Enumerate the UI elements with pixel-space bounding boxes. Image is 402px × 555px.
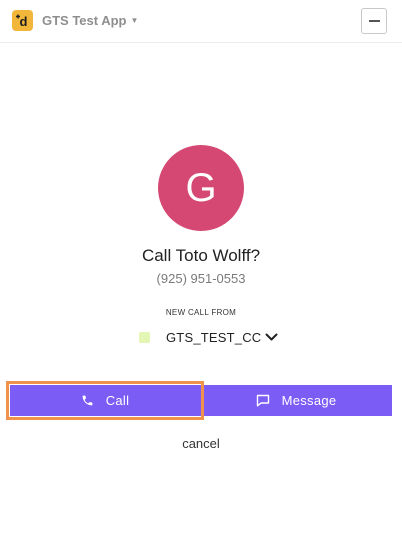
app-switcher[interactable]: GTS Test App ▼ (42, 13, 138, 28)
chat-bubble-icon (256, 394, 270, 407)
caret-down-icon: ▼ (130, 15, 139, 25)
avatar-initial: G (185, 165, 217, 210)
call-prompt: Call Toto Wolff? (141, 246, 261, 265)
action-buttons: Call Message (6, 381, 392, 420)
contact-avatar: G (158, 145, 244, 231)
caller-id-swatch (139, 331, 150, 343)
minimize-button[interactable] (361, 8, 387, 34)
call-button-label: Call (105, 393, 130, 408)
app-name: GTS Test App (42, 13, 127, 28)
phone-icon (81, 394, 94, 407)
caller-id-value: GTS_TEST_CC (166, 329, 262, 345)
chevron-down-icon (265, 333, 278, 342)
message-button[interactable]: Message (200, 385, 392, 416)
minus-icon (368, 20, 380, 22)
app-header: d GTS Test App ▼ (0, 0, 402, 43)
dialer-panel: d GTS Test App ▼ G Call Toto Wolff? (925… (0, 0, 402, 555)
app-logo-icon: d (12, 10, 33, 31)
message-button-label: Message (281, 393, 337, 408)
phone-number: (925) 951-0553 (156, 271, 246, 286)
svg-text:d: d (20, 14, 28, 28)
call-button[interactable]: Call (6, 381, 204, 420)
cancel-link[interactable]: cancel (0, 436, 402, 451)
caller-id-dropdown[interactable]: GTS_TEST_CC (139, 328, 278, 346)
new-call-from-label: NEW CALL FROM (165, 308, 237, 317)
